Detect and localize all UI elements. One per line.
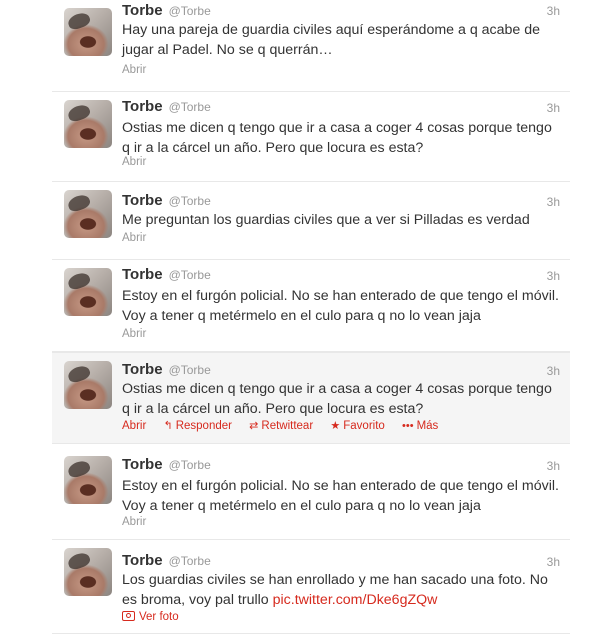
avatar[interactable] [64,548,112,596]
tweet-header: Torbe @Torbe [122,192,211,212]
tweet-header: Torbe @Torbe [122,456,211,476]
timestamp[interactable]: 3h [547,101,560,115]
tweet-item[interactable]: Torbe @Torbe 3h Estoy en el furgón polici… [52,444,570,540]
tweet-actions: Abrir ↰ Responder ⇄ Retwittear ★ Favorito •… [122,419,452,432]
user-handle[interactable]: @Torbe [169,194,211,208]
tweet-actions: Ver foto [122,610,193,623]
tweet-text: Los guardias civiles se han enrollado y … [122,570,562,610]
tweet-actions: Abrir [122,232,160,244]
tweet-item[interactable]: Torbe @Torbe 3h Ostias me dicen q tengo q… [52,92,570,182]
user-handle[interactable]: @Torbe [169,458,211,472]
tweet-text: Ostias me dicen q tengo que ir a casa a … [122,120,552,156]
tweet-text: Hay una pareja de guardia civiles aquí e… [122,22,541,58]
timestamp[interactable]: 3h [547,269,560,283]
tweet-item[interactable]: Torbe @Torbe 3h Me preguntan los guardias… [52,182,570,260]
timestamp[interactable]: 3h [547,364,560,378]
user-handle[interactable]: @Torbe [169,268,211,282]
more-dots-icon: ••• [402,420,414,432]
tweet-item[interactable]: Torbe @Torbe 3h Estoy en el furgón polici… [52,260,570,352]
timeline: Torbe @Torbe 3h Hay una pareja de guardia… [0,0,615,638]
photo-icon [122,611,135,621]
tweet-actions: Abrir [122,516,160,528]
tweet-header: Torbe @Torbe [122,266,211,286]
reply-label: Responder [175,420,232,432]
timestamp[interactable]: 3h [547,555,560,569]
favorite-button[interactable]: ★ Favorito [330,420,384,432]
avatar[interactable] [64,8,112,56]
reply-button[interactable]: ↰ Responder [163,420,231,432]
user-name[interactable]: Torbe [122,98,163,115]
tweet-text: Me preguntan los guardias civiles que a … [122,212,530,228]
tweet-item-hovered[interactable]: Torbe @Torbe 3h Ostias me dicen q tengo q… [52,352,570,444]
timestamp[interactable]: 3h [547,4,560,18]
user-name[interactable]: Torbe [122,266,163,283]
user-name[interactable]: Torbe [122,552,163,569]
tweet-item[interactable]: Torbe @Torbe 3h Los guardias civiles se h… [52,540,570,634]
retweet-button[interactable]: ⇄ Retwittear [249,420,313,432]
tweet-text: Estoy en el furgón policial. No se han e… [122,288,559,324]
open-link[interactable]: Abrir [122,232,146,244]
avatar[interactable] [64,190,112,238]
more-button[interactable]: ••• Más [402,420,438,432]
user-handle[interactable]: @Torbe [169,554,211,568]
avatar[interactable] [64,268,112,316]
star-icon: ★ [330,420,341,432]
open-link[interactable]: Abrir [122,420,146,432]
favorite-label: Favorito [343,420,385,432]
view-photo-label: Ver foto [139,611,179,623]
user-name[interactable]: Torbe [122,2,163,19]
user-handle[interactable]: @Torbe [169,363,211,377]
view-photo-button[interactable]: Ver foto [122,611,179,623]
tweet-text: Estoy en el furgón policial. No se han e… [122,478,559,514]
open-link[interactable]: Abrir [122,328,146,340]
user-handle[interactable]: @Torbe [169,4,211,18]
retweet-label: Retwittear [261,420,314,432]
retweet-icon: ⇄ [249,420,259,432]
tweet-text: Ostias me dicen q tengo que ir a casa a … [122,381,552,417]
photo-link[interactable]: pic.twitter.com/Dke6gZQw [273,592,438,608]
tweet-header: Torbe @Torbe [122,552,211,572]
user-name[interactable]: Torbe [122,456,163,473]
timestamp[interactable]: 3h [547,459,560,473]
avatar[interactable] [64,361,112,409]
reply-arrow-icon: ↰ [163,420,173,432]
avatar[interactable] [64,100,112,148]
user-handle[interactable]: @Torbe [169,100,211,114]
tweet-item[interactable]: Torbe @Torbe 3h Hay una pareja de guardia… [52,0,570,92]
open-link[interactable]: Abrir [122,156,146,168]
tweet-actions: Abrir [122,156,160,168]
open-link[interactable]: Abrir [122,516,146,528]
timestamp[interactable]: 3h [547,195,560,209]
more-label: Más [416,420,439,432]
avatar[interactable] [64,456,112,504]
user-name[interactable]: Torbe [122,361,163,378]
tweet-actions: Abrir [122,64,160,76]
user-name[interactable]: Torbe [122,192,163,209]
tweet-actions: Abrir [122,328,160,340]
tweet-header: Torbe @Torbe [122,2,211,22]
tweet-header: Torbe @Torbe [122,361,211,381]
tweet-header: Torbe @Torbe [122,98,211,118]
open-link[interactable]: Abrir [122,64,146,76]
